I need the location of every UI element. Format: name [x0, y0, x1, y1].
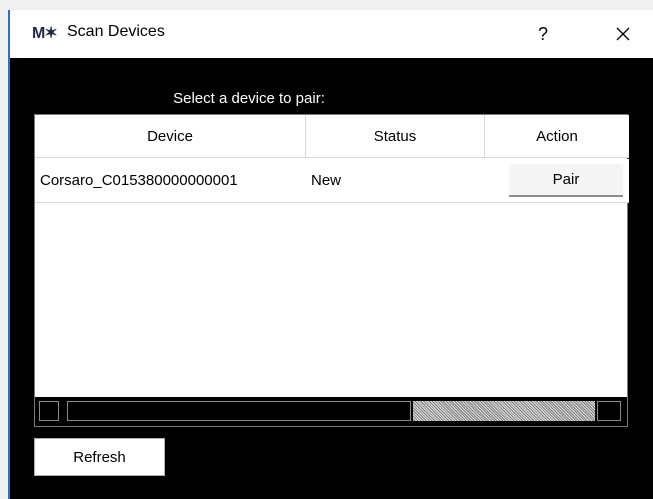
- app-icon: M✶: [32, 25, 58, 42]
- horizontal-scrollbar[interactable]: [35, 397, 627, 426]
- scrollbar-track[interactable]: [413, 401, 595, 421]
- scroll-right-button[interactable]: [597, 401, 621, 421]
- device-table: Device Status Action Corsaro_C0153800000…: [34, 114, 629, 427]
- table-row[interactable]: Corsaro_C015380000000001 New Pair: [35, 159, 629, 203]
- device-status-cell: New: [311, 172, 342, 189]
- close-button[interactable]: [600, 10, 646, 58]
- column-header-action[interactable]: Action: [485, 115, 629, 157]
- column-header-device[interactable]: Device: [35, 115, 306, 157]
- scrollbar-thumb[interactable]: [67, 401, 411, 421]
- scroll-left-button[interactable]: [39, 401, 59, 421]
- column-header-status[interactable]: Status: [306, 115, 485, 157]
- device-name-cell: Corsaro_C015380000000001: [40, 172, 238, 189]
- select-device-prompt: Select a device to pair:: [173, 90, 325, 107]
- refresh-button[interactable]: Refresh: [34, 438, 165, 476]
- scan-devices-dialog: M✶ Scan Devices ? Select a device to pai…: [10, 10, 653, 499]
- title-bar: M✶ Scan Devices ?: [10, 10, 653, 58]
- pair-button[interactable]: Pair: [509, 164, 623, 197]
- window-title: Scan Devices: [67, 23, 165, 40]
- table-header: Device Status Action: [35, 115, 629, 158]
- close-icon: [616, 27, 630, 41]
- help-button[interactable]: ?: [520, 10, 566, 58]
